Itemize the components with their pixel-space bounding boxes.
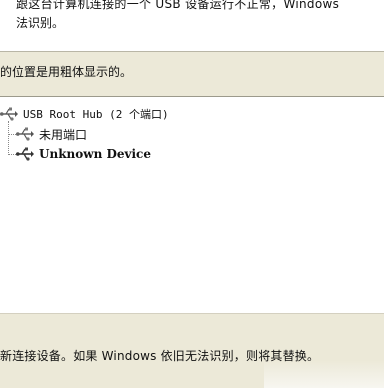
tree-vertical-connector xyxy=(8,121,9,155)
usb-icon xyxy=(0,107,18,121)
usb-icon xyxy=(16,147,34,161)
tree-item-unknown-device[interactable]: Unknown Device xyxy=(16,145,151,163)
usb-device-tree[interactable]: USB Root Hub (2 个端口) 未用端口 Unknown Device xyxy=(0,96,384,314)
tree-item-usb-root-hub[interactable]: USB Root Hub (2 个端口) xyxy=(0,105,169,123)
banner-message-line2: 法识别。 xyxy=(16,16,65,30)
window-edge-shading xyxy=(264,360,384,388)
usb-icon xyxy=(16,127,34,141)
usb-device-dialog: 跟这台计算机连接的一个 USB 设备运行不正常，Windows 法识别。 的位置… xyxy=(0,0,384,388)
tree-item-label: Unknown Device xyxy=(39,147,151,161)
banner-message-line1: 跟这台计算机连接的一个 USB 设备运行不正常，Windows xyxy=(16,0,340,11)
tree-item-label: 未用端口 xyxy=(39,127,88,142)
message-banner: 跟这台计算机连接的一个 USB 设备运行不正常，Windows 法识别。 xyxy=(0,0,384,52)
bold-location-instruction: 的位置是用粗体显示的。 xyxy=(0,65,133,79)
tree-item-label: USB Root Hub (2 个端口) xyxy=(23,108,169,121)
tree-item-unused-port[interactable]: 未用端口 xyxy=(16,125,87,143)
